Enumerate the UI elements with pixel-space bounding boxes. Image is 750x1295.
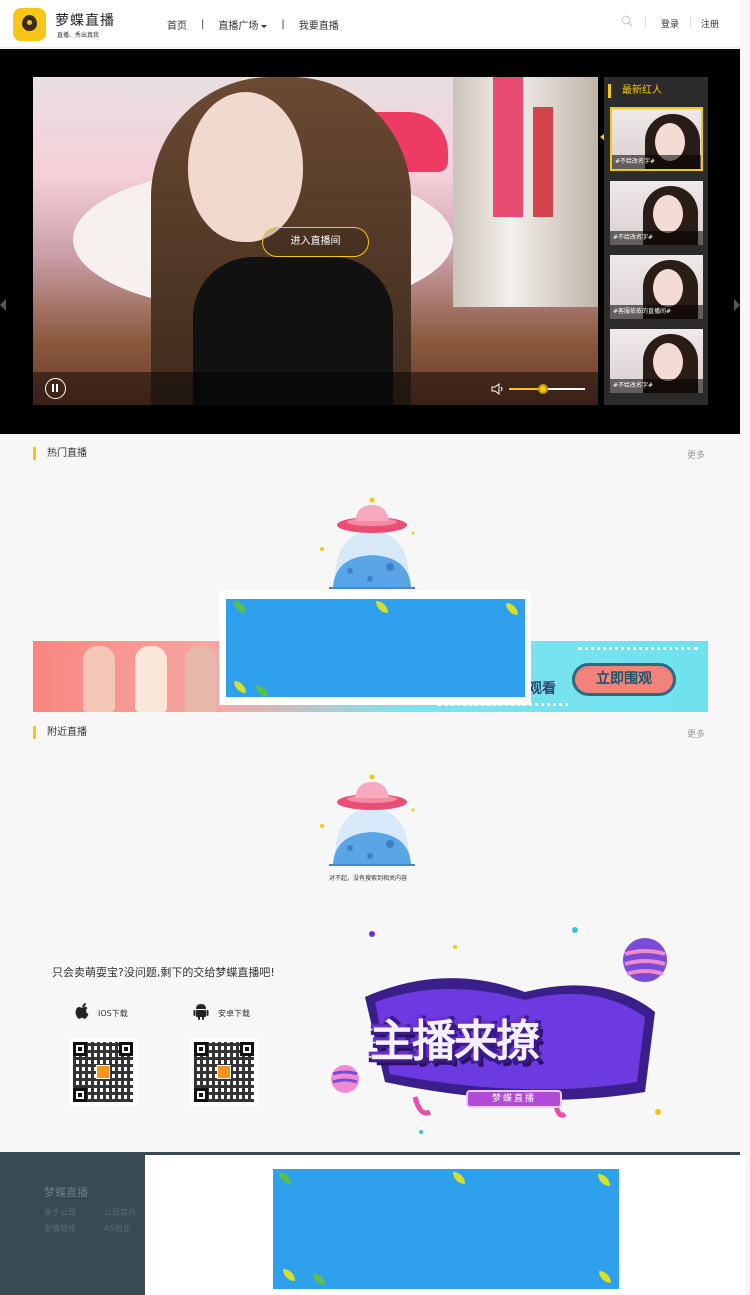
nearby-live-title: 附近直播	[33, 726, 87, 739]
promo-headline: 主播来撩	[370, 1016, 540, 1067]
ios-qr-code	[69, 1038, 137, 1106]
qr-logo-icon	[96, 1065, 110, 1079]
search-icon[interactable]	[621, 15, 633, 27]
leaf-decoration	[599, 1271, 611, 1283]
new-star-item[interactable]: #不给改名字#	[610, 107, 703, 171]
pause-icon[interactable]	[45, 378, 66, 399]
hot-live-title: 热门直播	[33, 447, 87, 460]
download-title: 只会卖萌耍宝?没问题,剩下的交给梦蝶直播吧!	[52, 966, 275, 979]
leaf-decoration	[453, 1172, 465, 1184]
leaf-decoration	[313, 1273, 325, 1285]
video-scene-cloth	[533, 107, 553, 217]
leaf-decoration	[279, 1172, 291, 1184]
player-control-bar	[33, 372, 598, 405]
banner-girl	[135, 646, 167, 712]
ios-download-label[interactable]: IOS下载	[98, 1008, 128, 1019]
android-icon	[193, 1004, 209, 1020]
apple-icon	[75, 1003, 89, 1019]
hot-live-more-link[interactable]: 更多	[687, 448, 705, 461]
chevron-down-icon	[261, 24, 268, 28]
new-star-caption: #不给改名字#	[610, 379, 703, 393]
nav-live-square-label: 直播广场	[218, 21, 259, 32]
qr-finder	[194, 1088, 208, 1102]
register-link[interactable]: 注册	[701, 17, 719, 30]
header-divider	[645, 16, 646, 28]
new-star-item[interactable]: #不给改名字#	[610, 181, 703, 245]
avatar	[653, 343, 683, 381]
footer-link-a5[interactable]: A5创业	[104, 1223, 131, 1234]
leaf-decoration	[256, 685, 268, 697]
footer-brand: 梦蝶直播	[44, 1186, 88, 1199]
android-download-label[interactable]: 安卓下载	[218, 1008, 250, 1019]
header-divider	[690, 16, 691, 28]
nav-home[interactable]: 首页	[167, 17, 187, 32]
new-star-item[interactable]: #不给改名字#	[610, 329, 703, 393]
footer-ad-image	[273, 1169, 619, 1289]
login-link[interactable]: 登录	[661, 17, 679, 30]
empty-ufo-icon	[320, 774, 415, 866]
live-video-player[interactable]: 进入直播间	[33, 77, 598, 405]
nav-divider: |	[281, 19, 285, 30]
footer-link-intro[interactable]: 公司简介	[104, 1207, 136, 1218]
volume-icon[interactable]	[491, 382, 505, 396]
avatar	[653, 269, 683, 307]
video-scene-cloth	[493, 77, 523, 217]
qr-finder	[194, 1042, 208, 1056]
qr-finder	[119, 1042, 133, 1056]
qr-finder	[73, 1088, 87, 1102]
leaf-decoration	[283, 1269, 295, 1281]
header: 萝蝶直播 直播、秀出真我 首页 | 直播广场 | 我要直播 登录 注册	[0, 0, 740, 48]
leaf-decoration	[376, 601, 388, 613]
ad-popup[interactable]	[219, 591, 531, 705]
new-star-caption: #不给改名字#	[612, 155, 701, 169]
nearby-live-more-link[interactable]: 更多	[687, 727, 705, 740]
brand-name[interactable]: 萝蝶直播	[55, 10, 115, 30]
qr-finder	[240, 1042, 254, 1056]
footer-link-friends[interactable]: 友情链接	[44, 1223, 76, 1234]
nav-divider: |	[201, 19, 205, 30]
volume-slider[interactable]	[509, 384, 585, 394]
leaf-decoration	[234, 681, 246, 693]
nav-live-square[interactable]: 直播广场	[218, 17, 268, 32]
qr-logo-icon	[217, 1065, 231, 1079]
avatar	[653, 195, 683, 233]
next-arrow-icon[interactable]	[734, 299, 740, 311]
banner-headline: 观看	[528, 681, 556, 697]
watch-now-button[interactable]: 立即围观	[572, 663, 676, 696]
banner-girl	[83, 646, 115, 712]
brand-slogan: 直播、秀出真我	[57, 32, 100, 39]
empty-result-text: 对不起，没有搜索到相关内容	[329, 875, 408, 882]
new-stars-panel: 最新红人 #不给改名字# #不给改名字# #客服依依的直播间# #不给改名字#	[604, 77, 708, 405]
banner-girl	[185, 646, 217, 712]
enter-room-button[interactable]: 进入直播间	[262, 227, 369, 257]
footer-link-about[interactable]: 关于公司	[44, 1207, 76, 1218]
logo-icon[interactable]	[13, 8, 46, 41]
video-scene-rack	[453, 77, 598, 307]
footer: 梦蝶直播 关于公司 公司简介 友情链接 A5创业	[0, 1152, 745, 1295]
leaf-decoration	[234, 601, 246, 613]
new-star-caption: #客服依依的直播间#	[610, 305, 703, 319]
hero-player-section: 进入直播间 最新红人 #不给改名字# #不给改名字# #客服依依的直播间# #不…	[0, 49, 740, 434]
qr-finder	[73, 1042, 87, 1056]
footer-ad-popup[interactable]	[145, 1155, 745, 1295]
nav-start-live[interactable]: 我要直播	[299, 17, 339, 32]
streamer-figure	[188, 92, 303, 242]
volume-handle[interactable]	[538, 384, 549, 394]
promo-sub-badge: 梦蝶直播	[466, 1090, 562, 1108]
banner-decoration	[578, 647, 698, 650]
prev-arrow-icon[interactable]	[0, 299, 6, 311]
leaf-decoration	[598, 1174, 610, 1186]
new-stars-title: 最新红人	[608, 84, 662, 98]
empty-ufo-icon	[320, 497, 415, 589]
main-nav: 首页 | 直播广场 | 我要直播	[167, 17, 339, 32]
ad-popup-image	[226, 599, 525, 697]
android-qr-code	[190, 1038, 258, 1106]
new-star-caption: #不给改名字#	[610, 231, 703, 245]
leaf-decoration	[506, 603, 518, 615]
new-star-item[interactable]: #客服依依的直播间#	[610, 255, 703, 319]
